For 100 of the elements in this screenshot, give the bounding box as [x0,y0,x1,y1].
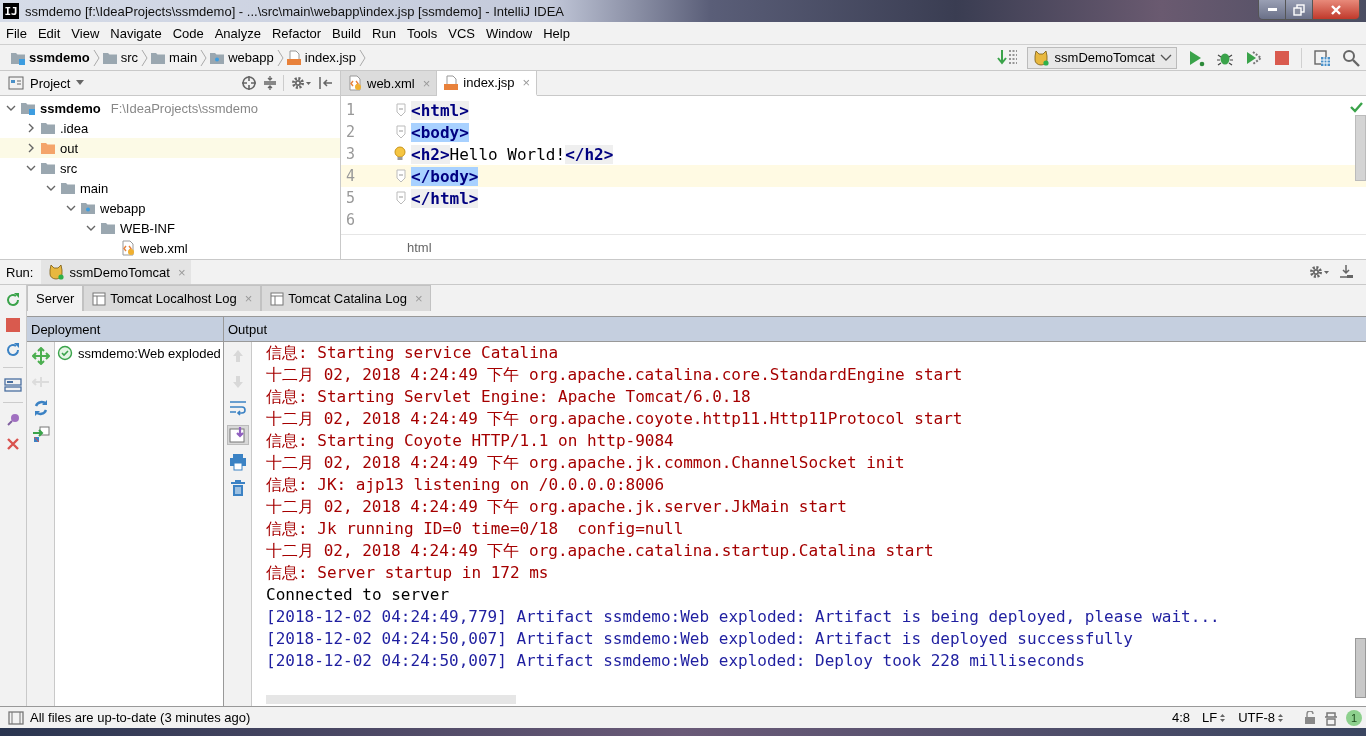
lock-icon[interactable] [1304,710,1316,725]
code-tag: <h2> [411,144,450,164]
status-message: All files are up-to-date (3 minutes ago) [30,710,252,725]
menu-item[interactable]: Refactor [266,25,328,41]
menu-item[interactable]: Window [480,25,539,41]
run-configuration-dropdown[interactable]: ssmDemoTomcat [1026,46,1177,69]
pin-icon[interactable] [5,412,21,428]
fold-marker-icon[interactable] [396,103,406,117]
breadcrumb-item[interactable]: main [148,49,201,66]
search-icon[interactable] [1342,48,1360,67]
tree-item[interactable]: ssmdemo F:\IdeaProjects\ssmdemo [0,98,340,118]
minimize-button[interactable] [1259,0,1286,19]
menu-item[interactable]: File [1,25,33,41]
tree-item[interactable]: WEB-INF [0,218,340,238]
folder-icon [40,160,56,176]
server-tab[interactable]: Tomcat Localhost Log × [83,285,262,311]
menu-item[interactable]: Build [327,25,367,41]
restore-button[interactable] [1286,0,1313,19]
console-line: 信息: Starting service Catalina [266,342,560,364]
tree-item[interactable]: main [0,178,340,198]
fold-marker-icon[interactable] [396,125,406,139]
project-structure-icon[interactable] [1313,48,1331,67]
project-view-dropdown[interactable]: Project [8,75,85,91]
code-tag: <html> [411,100,469,120]
fold-marker-icon[interactable] [396,191,406,205]
collapse-all-icon[interactable] [263,75,277,91]
chevron-separator-icon [276,48,284,67]
chevron-right-icon[interactable] [26,142,36,154]
tree-item[interactable]: webapp [0,198,340,218]
scrollbar-thumb[interactable] [1355,115,1366,181]
chevron-right-icon[interactable] [26,122,36,134]
layout-icon[interactable] [4,377,22,393]
tree-item-label: ssmdemo [40,100,101,116]
print-icon[interactable] [228,453,247,471]
breadcrumb-item[interactable]: webapp [207,49,277,66]
folder-icon [40,140,56,156]
tree-item[interactable]: out [0,138,340,158]
notification-badge[interactable]: 1 [1346,709,1362,726]
lightbulb-icon[interactable] [394,146,406,162]
run-icon[interactable] [1187,48,1205,67]
menu-item[interactable]: Run [367,25,402,41]
close-icon[interactable] [6,437,20,451]
coverage-icon[interactable] [1245,48,1263,67]
check-icon [1349,101,1363,113]
menu-item[interactable]: Analyze [209,25,267,41]
menu-item[interactable]: Code [167,25,210,41]
rerun-icon[interactable] [5,292,21,308]
artifact-icon[interactable] [31,425,50,443]
breadcrumb-item[interactable]: index.jsp [283,49,360,66]
menu-item[interactable]: View [66,25,106,41]
tree-item-label: web.xml [140,240,188,256]
line-number: 4 [345,167,357,185]
deploy-arrows-icon[interactable] [31,347,50,365]
fold-marker-icon[interactable] [396,169,406,183]
code-tag: <body> [411,122,469,142]
stop-icon[interactable] [5,317,21,333]
editor-tab[interactable]: web.xml × [341,71,438,95]
console-line: 信息: Jk running ID=0 time=0/18 config=null [266,518,685,540]
build-icon[interactable] [996,48,1019,67]
encoding-selector[interactable]: UTF-8 [1238,710,1284,725]
line-separator-selector[interactable]: LF [1202,710,1227,725]
menu-item[interactable]: Tools [401,25,444,41]
menu-item[interactable]: Edit [32,25,67,41]
panel-icon[interactable] [8,709,24,726]
caret-position[interactable]: 4:8 [1171,710,1190,725]
hide-panel-icon[interactable] [318,75,334,91]
console-line: 十二月 02, 2018 4:24:49 下午 org.apache.jk.server.JkMain start [266,496,848,518]
xml-file-icon [120,240,136,256]
tree-item-label: WEB-INF [120,220,175,236]
stop-icon[interactable] [1274,49,1290,66]
vertical-scrollbar[interactable] [1355,638,1366,698]
horizontal-scrollbar[interactable] [266,695,516,704]
window-title: ssmdemo [f:\IdeaProjects\ssmdemo] - ...\src\main\webapp\index.jsp [ssmdemo] - IntelliJ IDEA [25,3,565,19]
server-tab[interactable]: Tomcat Catalina Log × [261,285,432,311]
settings-icon[interactable] [1308,264,1330,280]
download-icon[interactable] [1338,264,1354,280]
tree-item[interactable]: src [0,158,340,178]
console-line: 十二月 02, 2018 4:24:49 下午 org.apache.catalina.core.StandardEngine start [266,364,964,386]
chevron-separator-icon [92,48,100,67]
menu-item[interactable]: Navigate [105,25,168,41]
breadcrumb-item[interactable]: src [99,49,142,66]
menu-item[interactable]: Help [538,25,576,41]
deployment-item[interactable]: ssmdemo:Web exploded [78,345,221,361]
line-number: 1 [345,101,357,119]
target-icon[interactable] [241,75,257,91]
tree-item[interactable]: web.xml [0,238,340,258]
breadcrumb-item[interactable]: ssmdemo [8,49,93,66]
console-line: 信息: Starting Servlet Engine: Apache Tomcat/6.0.18 [266,386,752,408]
close-button[interactable] [1313,0,1359,19]
trash-icon[interactable] [229,479,246,497]
tree-item[interactable]: .idea [0,118,340,138]
code-tag: </h2> [565,144,614,164]
refresh-icon[interactable] [5,342,21,358]
editor-tab[interactable]: index.jsp × [437,71,538,96]
settings-icon[interactable] [290,75,312,91]
server-tab[interactable]: Server [27,285,84,311]
chevron-separator-icon [200,48,208,67]
run-tab[interactable]: ssmDemoTomcat × [41,260,192,284]
menu-item[interactable]: VCS [443,25,481,41]
soft-wrap-icon[interactable] [228,399,247,417]
